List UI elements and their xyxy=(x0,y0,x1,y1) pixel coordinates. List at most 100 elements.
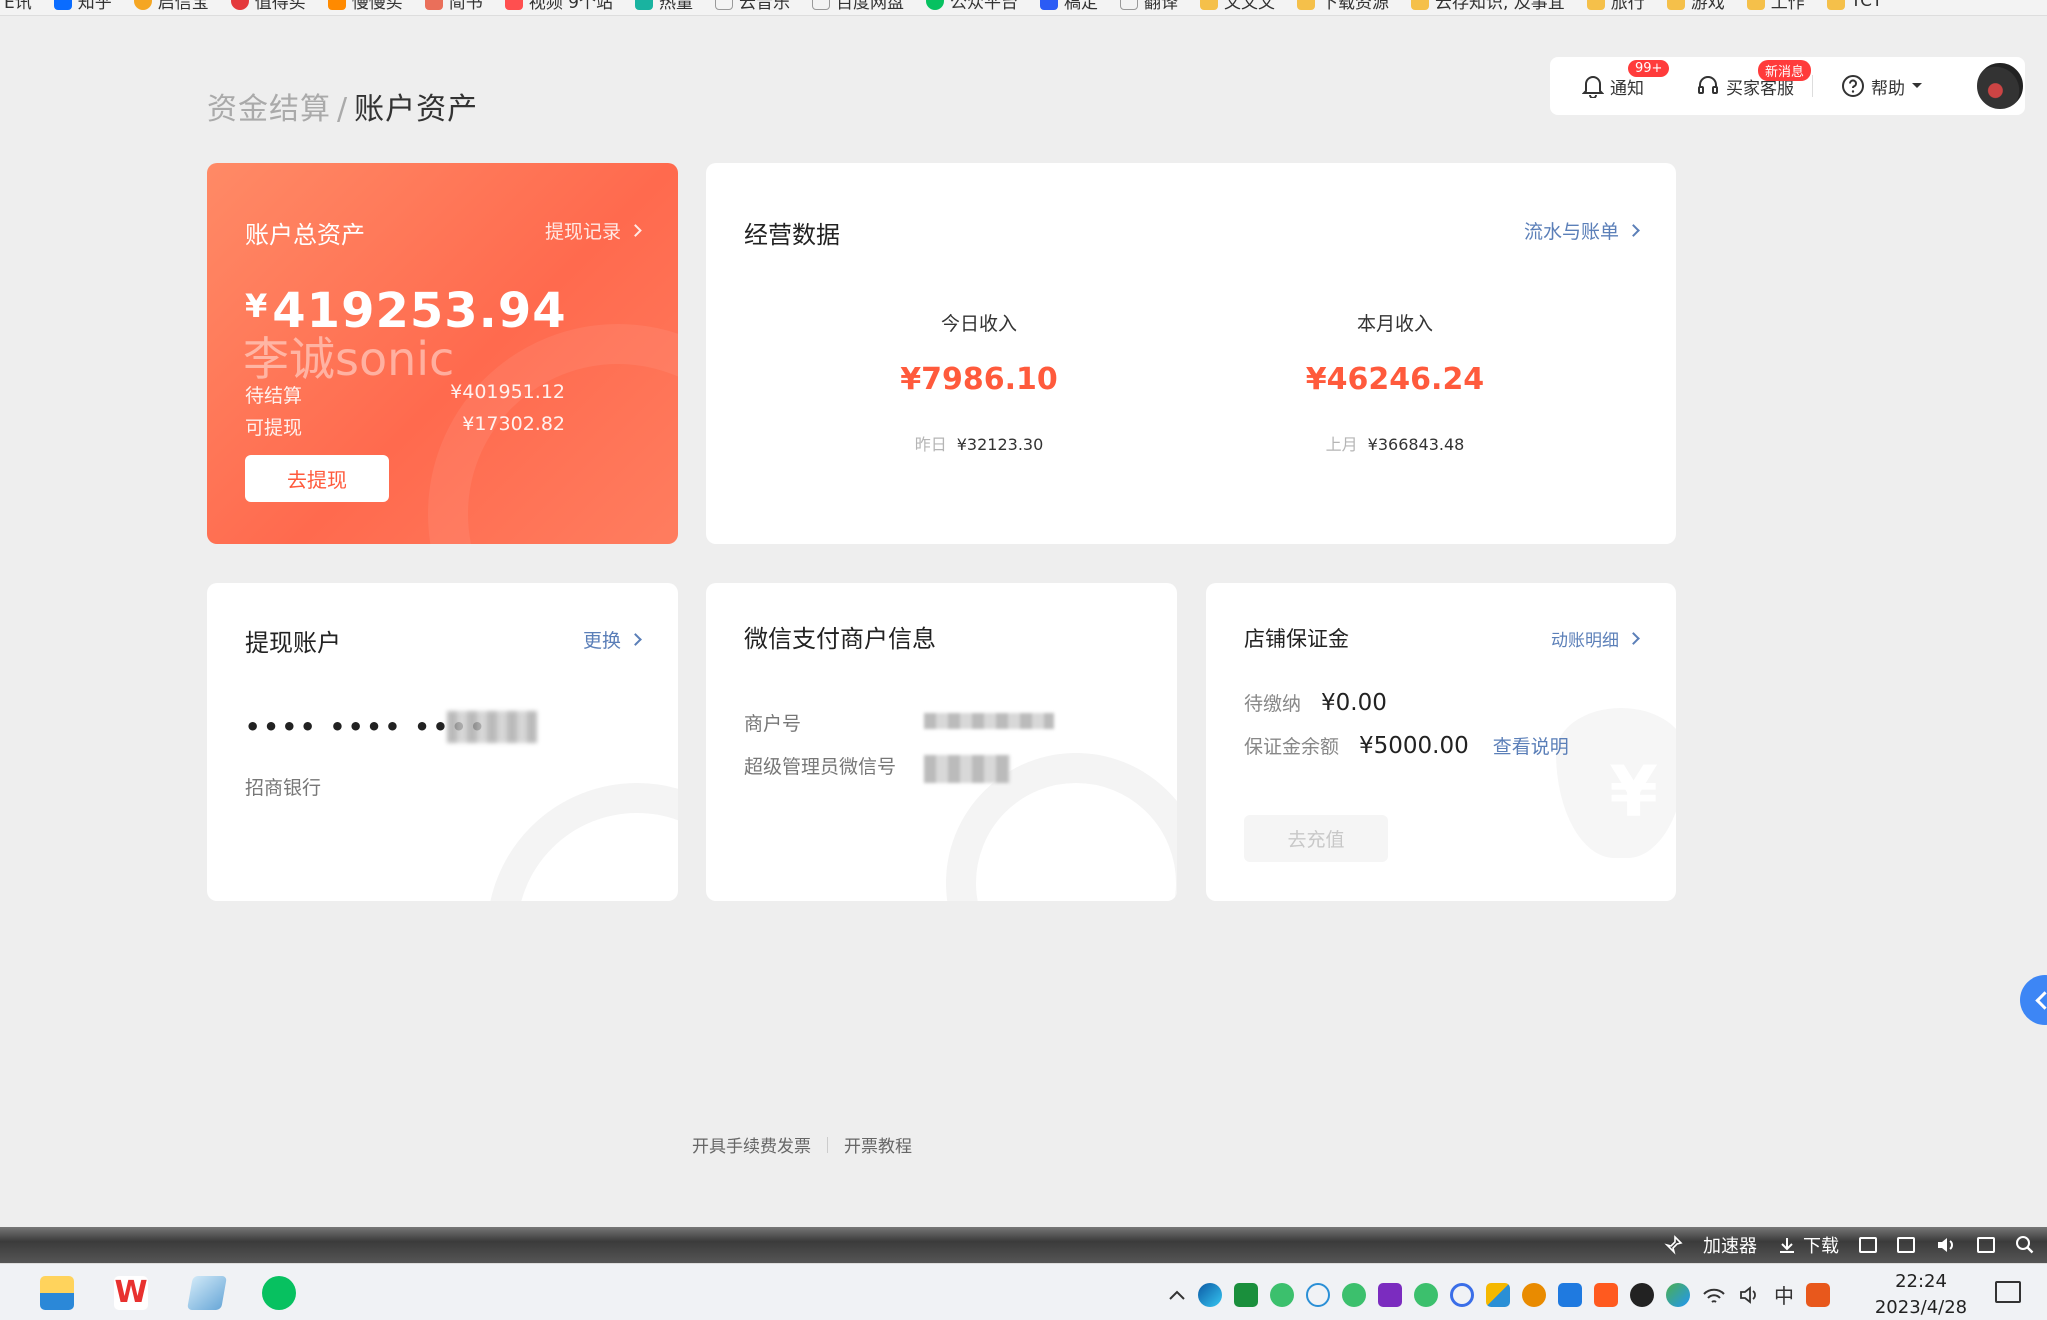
wifi-icon[interactable] xyxy=(1702,1284,1726,1306)
bookmark-item[interactable]: 热量 xyxy=(634,0,693,13)
bookmark-item[interactable]: 启信宝 xyxy=(133,0,209,13)
last-month-value: ¥366843.48 xyxy=(1367,435,1465,454)
folder-icon xyxy=(1199,0,1218,10)
bookmark-label: TCT xyxy=(1850,0,1883,11)
bookmark-item[interactable]: 翻译 xyxy=(1119,0,1178,13)
search-tool-icon[interactable] xyxy=(1522,1282,1546,1307)
bookmark-item[interactable]: 下载资源 xyxy=(1296,0,1389,13)
bookmark-label: 慢慢买 xyxy=(351,0,403,13)
store-deposit-card: ¥ 店铺保证金 动账明细 待缴纳 ¥0.00 保证金余额 ¥5000.00 查看… xyxy=(1206,583,1676,901)
pin-button[interactable] xyxy=(1663,1235,1683,1255)
ime-indicator[interactable]: 中 xyxy=(1774,1280,1794,1309)
withdrawable-label: 可提现 xyxy=(245,417,303,439)
bookmark-item[interactable]: 稿定 xyxy=(1039,0,1098,13)
zoom-button[interactable] xyxy=(2015,1235,2037,1255)
recharge-button[interactable]: 去充值 xyxy=(1244,815,1388,862)
jianshu-icon xyxy=(424,0,443,10)
volume-icon[interactable] xyxy=(1738,1284,1762,1306)
clock-time: 22:24 xyxy=(1895,1271,1947,1292)
file-explorer-icon[interactable] xyxy=(40,1276,74,1310)
bookmark-item[interactable]: E讯 xyxy=(4,0,32,13)
transaction-detail-link[interactable]: 动账明细 xyxy=(1551,626,1640,651)
taskbar-clock[interactable]: 22:24 2023/4/28 xyxy=(1866,1269,1976,1320)
blurred-merchant-id xyxy=(924,713,1054,729)
deposit-balance-row: 保证金余额 ¥5000.00 查看说明 xyxy=(1244,732,1569,759)
edge-icon[interactable] xyxy=(1198,1282,1222,1307)
feishu-icon[interactable] xyxy=(1558,1282,1582,1307)
chevron-up-icon[interactable] xyxy=(1168,1288,1186,1302)
change-account-link[interactable]: 更换 xyxy=(583,626,642,653)
customer-service-button[interactable]: 买家客服 新消息 xyxy=(1696,59,1812,99)
onenote-icon[interactable] xyxy=(1378,1282,1402,1307)
download-button[interactable]: 下载 xyxy=(1777,1232,1839,1258)
invoice-tutorial-link[interactable]: 开票教程 xyxy=(844,1132,912,1157)
withdraw-records-label: 提现记录 xyxy=(544,221,621,243)
watermark-text: 李诚sonic xyxy=(243,332,455,386)
folder-icon xyxy=(1666,0,1685,10)
notepad-icon[interactable] xyxy=(187,1276,227,1310)
bookmark-label: 值得买 xyxy=(254,0,306,13)
bookmark-item[interactable]: 游戏 xyxy=(1666,0,1725,13)
search-app-icon[interactable] xyxy=(1306,1282,1330,1307)
side-collapse-button[interactable] xyxy=(2020,975,2047,1025)
bookmark-item[interactable]: 知乎 xyxy=(53,0,112,13)
invoice-link[interactable]: 开具手续费发票 xyxy=(692,1132,811,1157)
withdraw-records-link[interactable]: 提现记录 xyxy=(544,217,642,244)
bookmark-item[interactable]: 视频 9个站 xyxy=(504,0,613,13)
last-month-income: 上月 ¥366843.48 xyxy=(1245,431,1545,455)
download-icon xyxy=(1780,1238,1794,1253)
screen-icon xyxy=(1977,1237,1995,1253)
business-data-card: 经营数据 流水与账单 今日收入 ¥7986.10 昨日 ¥32123.30 本月收… xyxy=(706,163,1676,544)
toolbox-icon xyxy=(1859,1237,1877,1253)
withdraw-button[interactable]: 去提现 xyxy=(245,455,389,502)
flow-and-bills-label: 流水与账单 xyxy=(1523,221,1619,243)
app-icon[interactable] xyxy=(1486,1282,1510,1307)
deposit-due-value: ¥0.00 xyxy=(1321,689,1387,716)
accelerator-button[interactable]: 加速器 xyxy=(1703,1232,1757,1258)
avatar[interactable] xyxy=(1975,61,2025,111)
bookmark-item[interactable]: 简书 xyxy=(424,0,483,13)
app-icon[interactable] xyxy=(1666,1282,1690,1307)
bookmark-item[interactable]: 值得买 xyxy=(230,0,306,13)
withdrawable-row: 可提现 ¥17302.82 xyxy=(245,413,565,440)
breadcrumb-parent[interactable]: 资金结算 xyxy=(207,92,331,127)
bookmark-item[interactable]: 云音乐 xyxy=(714,0,790,13)
wechat-icon[interactable] xyxy=(1414,1282,1438,1307)
wechat-icon[interactable] xyxy=(1342,1282,1366,1307)
trash-button[interactable] xyxy=(1897,1237,1915,1253)
sogou-icon[interactable] xyxy=(1806,1282,1830,1307)
bookmark-item[interactable]: 慢慢买 xyxy=(327,0,403,13)
volume-button[interactable] xyxy=(1935,1235,1957,1255)
help-dropdown[interactable]: 帮助 xyxy=(1841,74,1923,99)
app-56-icon[interactable] xyxy=(1234,1282,1258,1307)
bookmark-label: 云存知识, 及事宜 xyxy=(1434,0,1565,13)
screen-button[interactable] xyxy=(1977,1237,1995,1253)
bookmark-item[interactable]: TCT xyxy=(1826,0,1883,11)
view-explanation-link[interactable]: 查看说明 xyxy=(1493,732,1569,759)
browser-status-bar: 加速器 下载 xyxy=(0,1227,2047,1263)
wechat-icon[interactable] xyxy=(262,1276,296,1310)
bookmark-label: 知乎 xyxy=(77,0,112,13)
bookmark-label: 百度网盘 xyxy=(835,0,904,13)
bookmark-item[interactable]: 云存知识, 及事宜 xyxy=(1410,0,1565,13)
app-icon[interactable] xyxy=(1594,1282,1618,1307)
bookmark-item[interactable]: 工作 xyxy=(1746,0,1805,13)
flow-and-bills-link[interactable]: 流水与账单 xyxy=(1523,217,1640,244)
bookmark-label: 简书 xyxy=(448,0,483,13)
month-income-block: 本月收入 ¥46246.24 上月 ¥366843.48 xyxy=(1245,309,1545,455)
bookmark-item[interactable]: 文文文 xyxy=(1199,0,1275,13)
bookmark-item[interactable]: 百度网盘 xyxy=(811,0,904,13)
toolbox-button[interactable] xyxy=(1859,1237,1877,1253)
windows-taskbar: W 中 22:24 2023/4/28 xyxy=(0,1263,2047,1320)
bookmark-label: 云音乐 xyxy=(738,0,790,13)
wps-icon[interactable]: W xyxy=(114,1276,148,1310)
bookmark-item[interactable]: 公众平台 xyxy=(925,0,1018,13)
footer-divider xyxy=(827,1136,828,1153)
wechat-icon[interactable] xyxy=(1270,1282,1294,1307)
notification-center-icon[interactable] xyxy=(1995,1281,2021,1303)
deposit-balance-label: 保证金余额 xyxy=(1244,736,1340,758)
bookmark-item[interactable]: 旅行 xyxy=(1586,0,1645,13)
browser-icon[interactable] xyxy=(1450,1282,1474,1307)
notification-button[interactable]: 通知 99+ xyxy=(1582,59,1670,99)
qq-icon[interactable] xyxy=(1630,1282,1654,1307)
